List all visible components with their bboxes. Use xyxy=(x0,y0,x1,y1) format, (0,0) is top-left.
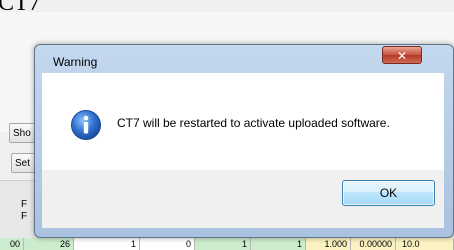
close-icon: ✕ xyxy=(396,49,408,63)
table-cell[interactable]: 1 xyxy=(74,238,140,250)
table-cell[interactable]: 10.0 xyxy=(396,238,454,250)
dialog-title: Warning xyxy=(53,55,98,69)
ok-button[interactable]: OK xyxy=(342,180,435,206)
table-cell[interactable]: 26 xyxy=(24,238,74,250)
table-cell[interactable]: 0 xyxy=(140,238,195,250)
table-header-label: F xyxy=(21,199,28,210)
dialog-message: CT7 will be restarted to activate upload… xyxy=(117,116,390,130)
table-cell[interactable]: 1 xyxy=(195,238,251,250)
table-row[interactable]: 00 26 1 0 1 1 1.000 0.00000 10.0 xyxy=(0,238,454,250)
table-header-label: F xyxy=(21,211,28,222)
table-cell[interactable]: 00 xyxy=(0,238,24,250)
table-cell[interactable]: 1.000 xyxy=(306,238,351,250)
close-button[interactable]: ✕ xyxy=(382,46,422,64)
table-cell[interactable]: 0.00000 xyxy=(351,238,396,250)
table-cell[interactable]: 1 xyxy=(251,238,306,250)
info-icon xyxy=(71,110,101,140)
